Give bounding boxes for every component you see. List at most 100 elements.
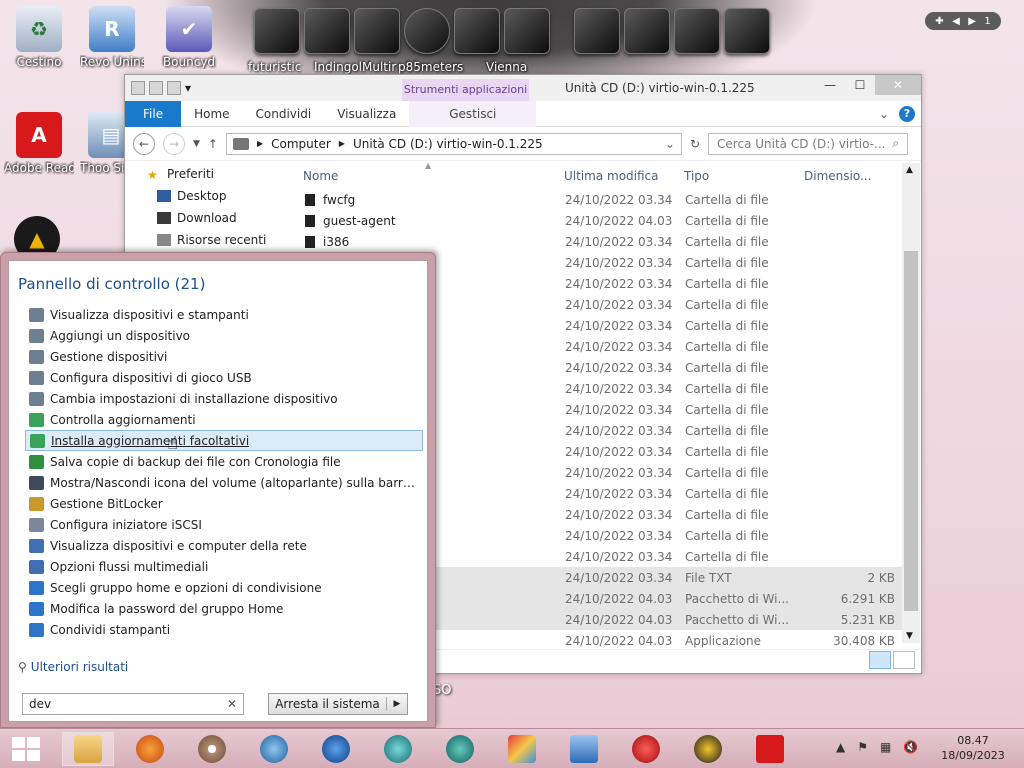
dock-tile-futuristic[interactable] (254, 8, 300, 54)
dock-tile-indingo[interactable] (304, 8, 350, 54)
taskbar-aimp[interactable] (682, 732, 734, 766)
nav-item-download[interactable]: Download (125, 207, 290, 229)
desktop-icon-bouncyd[interactable]: ✔ Bouncyd (154, 6, 224, 69)
shutdown-button[interactable]: Arresta il sistema ▶ (268, 693, 408, 715)
search-result-item[interactable]: Controlla aggiornamenti (25, 409, 423, 430)
search-result-item[interactable]: Condividi stampanti (25, 619, 423, 640)
table-row[interactable]: i386 24/10/2022 03.34 Cartella di file (301, 231, 905, 252)
clear-search-icon[interactable]: ✕ (227, 697, 237, 711)
taskbar-explorer[interactable] (62, 732, 114, 766)
details-view-icon[interactable] (869, 651, 891, 669)
action-center-flag-icon[interactable]: ⚑ (857, 740, 868, 754)
search-result-item[interactable]: Visualizza dispositivi e stampanti (25, 304, 423, 325)
dock-tile-p85meters[interactable] (404, 8, 450, 54)
search-input[interactable]: Cerca Unità CD (D:) virtio-... ⌕ (708, 132, 909, 155)
tab-home[interactable]: Home (181, 101, 242, 127)
forward-button[interactable]: → (163, 132, 185, 155)
breadcrumb-sep-icon[interactable]: ▶ (257, 139, 263, 148)
dock-tile-vienna[interactable] (504, 8, 550, 54)
desktop-icon-revo[interactable]: R Revo Unins (80, 6, 144, 69)
scroll-down-icon[interactable]: ▼ (906, 631, 913, 641)
search-result-item[interactable]: Configura dispositivi di gioco USB (25, 367, 423, 388)
search-result-item[interactable]: Cambia impostazioni di installazione dis… (25, 388, 423, 409)
close-button[interactable]: ✕ (875, 75, 921, 95)
search-result-item[interactable]: Scegli gruppo home e opzioni di condivis… (25, 577, 423, 598)
prev-icon[interactable]: ◀ (952, 16, 960, 27)
taskbar-app-teal2[interactable] (434, 732, 486, 766)
shutdown-options-icon[interactable]: ▶ (387, 699, 407, 709)
drive-icon[interactable] (131, 81, 145, 95)
search-result-item[interactable]: Configura iniziatore iSCSI (25, 514, 423, 535)
column-header-modified[interactable]: Ultima modifica (564, 169, 659, 183)
taskbar-clock[interactable]: 08.47 18/09/2023 (938, 733, 1008, 763)
next-icon[interactable]: ▶ (968, 16, 976, 27)
desktop-icon-recycle-bin[interactable]: ♻ Cestino (4, 6, 74, 69)
breadcrumb-drive[interactable]: Unità CD (D:) virtio-win-0.1.225 (353, 137, 543, 151)
search-result-item[interactable]: Gestione BitLocker (25, 493, 423, 514)
start-search-input[interactable]: dev ✕ (22, 693, 244, 715)
search-result-item[interactable]: Aggiungi un dispositivo (25, 325, 423, 346)
tab-share[interactable]: Condividi (243, 101, 325, 127)
search-result-item[interactable]: Visualizza dispositivi e computer della … (25, 535, 423, 556)
address-dropdown-icon[interactable]: ⌄ (665, 137, 675, 151)
expand-ribbon-icon[interactable]: ⌄ (879, 107, 889, 121)
nav-item-desktop[interactable]: Desktop (125, 185, 290, 207)
search-result-item[interactable]: Gestione dispositivi (25, 346, 423, 367)
new-folder-icon[interactable] (167, 81, 181, 95)
customize-qat-icon[interactable]: ▾ (185, 81, 193, 95)
taskbar-media[interactable] (186, 732, 238, 766)
breadcrumb-sep-icon[interactable]: ▶ (339, 139, 345, 148)
properties-icon[interactable] (149, 81, 163, 95)
taskbar-redhat[interactable] (620, 732, 672, 766)
search-result-item[interactable]: Opzioni flussi multimediali (25, 556, 423, 577)
search-result-item[interactable]: Salva copie di backup dei file con Crono… (25, 451, 423, 472)
tab-file[interactable]: File (125, 100, 182, 127)
dock-tile-tshirt[interactable] (624, 8, 670, 54)
large-icons-view-icon[interactable] (893, 651, 915, 669)
search-result-item[interactable]: Mostra/Nascondi icona del volume (altopa… (25, 472, 423, 493)
taskbar-windows[interactable] (558, 732, 610, 766)
nav-item-recent[interactable]: Risorse recenti (125, 229, 290, 251)
table-row[interactable]: fwcfg 24/10/2022 03.34 Cartella di file (301, 189, 905, 210)
recent-locations-icon[interactable]: ▼ (193, 139, 200, 149)
dock-tile-folder[interactable] (354, 8, 400, 54)
scroll-up-icon[interactable]: ▲ (906, 165, 913, 175)
address-bar[interactable]: ▶ Computer ▶ Unità CD (D:) virtio-win-0.… (225, 132, 682, 155)
search-result-item[interactable]: Installa aggiornamenti facoltativi (25, 430, 423, 451)
dock-tile-speaker[interactable] (454, 8, 500, 54)
results-category-heading[interactable]: Pannello di controllo (21) (18, 275, 205, 293)
table-row[interactable]: guest-agent 24/10/2022 04.03 Cartella di f… (301, 210, 905, 231)
minimize-button[interactable]: — (815, 75, 845, 95)
help-icon[interactable]: ? (899, 106, 915, 122)
back-button[interactable]: ← (133, 132, 155, 155)
maximize-button[interactable]: ☐ (845, 75, 875, 95)
gadget-pager[interactable]: ✚ ◀ ▶ 1 (925, 12, 1001, 30)
desktop-icon-adobe-reader[interactable]: A Adobe Reader XI (4, 112, 74, 175)
taskbar-firefox[interactable] (124, 732, 176, 766)
taskbar-thunderbird[interactable] (248, 732, 300, 766)
more-results-link[interactable]: ⚲ Ulteriori risultati (18, 660, 128, 674)
show-hidden-icons-icon[interactable]: ▲ (836, 740, 845, 754)
volume-muted-icon[interactable]: 🔇 (903, 740, 918, 754)
vertical-scrollbar[interactable]: ▲ ▼ (902, 163, 920, 643)
dock-tile-ie[interactable] (574, 8, 620, 54)
taskbar-paint[interactable] (496, 732, 548, 766)
tab-manage[interactable]: Gestisci (409, 100, 537, 127)
up-button[interactable]: ↑ (208, 137, 218, 151)
scrollbar-thumb[interactable] (904, 251, 918, 611)
breadcrumb-computer[interactable]: Computer (271, 137, 331, 151)
dock-tile-recycle[interactable] (724, 8, 770, 54)
column-header-type[interactable]: Tipo (684, 169, 709, 183)
dock-tile-users[interactable] (674, 8, 720, 54)
refresh-button[interactable]: ↻ (690, 137, 700, 151)
column-header-size[interactable]: Dimensio... (804, 169, 871, 183)
taskbar-adobe[interactable] (744, 732, 796, 766)
column-header-name[interactable]: Nome (303, 169, 338, 183)
nav-item-favorites[interactable]: ★ Preferiti (125, 163, 290, 185)
taskbar-app-teal[interactable] (372, 732, 424, 766)
search-result-item[interactable]: Modifica la password del gruppo Home (25, 598, 423, 619)
taskbar-app-11[interactable] (310, 732, 362, 766)
start-button-icon[interactable] (12, 737, 40, 761)
add-icon[interactable]: ✚ (935, 16, 943, 27)
tab-view[interactable]: Visualizza (324, 101, 409, 127)
